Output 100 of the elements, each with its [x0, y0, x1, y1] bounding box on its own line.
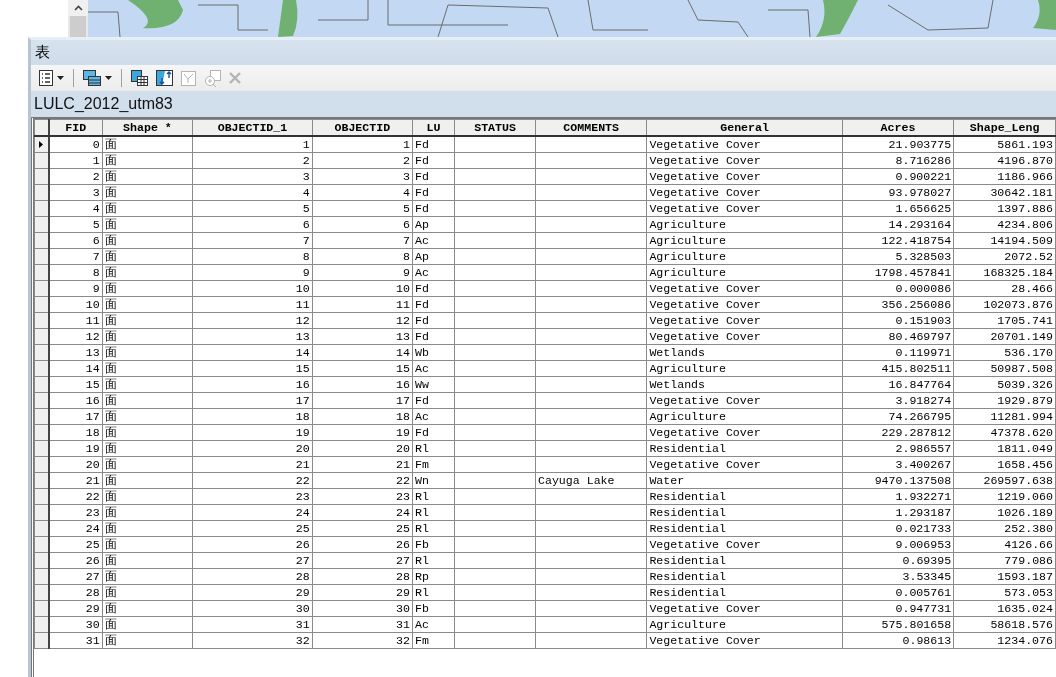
table-name-tab[interactable]: LULC_2012_utm83	[34, 95, 173, 113]
table-cell: 面	[102, 248, 193, 265]
select-by-attributes-button[interactable]	[129, 67, 150, 89]
table-cell: 22	[192, 472, 313, 489]
close-icon	[229, 72, 241, 84]
row-selector-header	[34, 119, 49, 136]
table-cell: 面	[102, 616, 193, 633]
scroll-up-button[interactable]	[68, 0, 88, 16]
table-cell: 14	[192, 344, 313, 361]
table-cell: Ap	[412, 216, 455, 233]
table-cell: 13	[192, 328, 313, 345]
table-cell: 面	[102, 232, 193, 249]
table-cell: 面	[102, 296, 193, 313]
table-cell: 16.847764	[842, 376, 954, 393]
table-cell: 8	[48, 264, 103, 281]
table-cell: 7	[48, 248, 103, 265]
table-cell: 1186.966	[953, 168, 1056, 185]
table-cell: 74.266795	[842, 408, 954, 425]
table-cell: 22	[312, 472, 413, 489]
table-cell: 2	[312, 152, 413, 169]
column-header[interactable]: OBJECTID_1	[192, 119, 313, 136]
table-cell: 21	[192, 456, 313, 473]
table-cell: Fd	[412, 152, 455, 169]
table-cell: 8.716286	[842, 152, 954, 169]
table-cell: 7	[312, 232, 413, 249]
table-cell: Rl	[412, 584, 455, 601]
table-cell: 6	[312, 216, 413, 233]
table-cell: Agriculture	[646, 616, 843, 633]
table-cell: 面	[102, 600, 193, 617]
table-cell: 0.900221	[842, 168, 954, 185]
table-cell: 13	[312, 328, 413, 345]
table-cell: 10	[312, 280, 413, 297]
table-cell: 47378.620	[953, 424, 1056, 441]
table-cell: 1811.049	[953, 440, 1056, 457]
table-cell: 0.119971	[842, 344, 954, 361]
scrollbar-thumb[interactable]	[70, 16, 86, 37]
table-cell: 9.006953	[842, 536, 954, 553]
table-cell: Water	[646, 472, 843, 489]
table-cell: 25	[48, 536, 103, 553]
table-cell: Ac	[412, 264, 455, 281]
table-cell: 面	[102, 504, 193, 521]
table-cell: 30642.181	[953, 184, 1056, 201]
table-cell: 17	[312, 392, 413, 409]
table-cell: 面	[102, 424, 193, 441]
table-cell: Vegetative Cover	[646, 600, 843, 617]
table-cell: 24	[192, 504, 313, 521]
table-cell: 31	[192, 616, 313, 633]
column-header[interactable]: LU	[412, 119, 455, 136]
table-cell: 50987.508	[953, 360, 1056, 377]
column-header[interactable]: Shape_Leng	[953, 119, 1056, 136]
switch-selection-button[interactable]	[154, 67, 175, 89]
table-cell: 2072.52	[953, 248, 1056, 265]
table-cell: Ww	[412, 376, 455, 393]
related-tables-button[interactable]	[81, 67, 114, 89]
column-header[interactable]: COMMENTS	[535, 119, 647, 136]
table-cell: Vegetative Cover	[646, 536, 843, 553]
table-cell: 28.466	[953, 280, 1056, 297]
table-cell: Fd	[412, 392, 455, 409]
table-options-button[interactable]	[37, 67, 66, 89]
table-cell: 18	[192, 408, 313, 425]
table-cell: 573.053	[953, 584, 1056, 601]
column-header[interactable]: FID	[48, 119, 103, 136]
table-cell: 面	[102, 488, 193, 505]
column-header[interactable]: General	[646, 119, 843, 136]
table-cell: Fd	[412, 296, 455, 313]
table-cell: Fm	[412, 456, 455, 473]
table-cell: 11	[48, 312, 103, 329]
column-header[interactable]: OBJECTID	[312, 119, 413, 136]
table-cell: 4	[312, 184, 413, 201]
table-cell: 1658.456	[953, 456, 1056, 473]
table-cell: Ac	[412, 360, 455, 377]
column-header[interactable]: STATUS	[454, 119, 536, 136]
table-cell: 12	[312, 312, 413, 329]
column-header[interactable]: Acres	[842, 119, 954, 136]
table-cell: 27	[312, 552, 413, 569]
table-cell: Rl	[412, 504, 455, 521]
table-cell: 9	[312, 264, 413, 281]
table-cell: 28	[48, 584, 103, 601]
table-cell: 面	[102, 216, 193, 233]
table-cell: 5861.193	[953, 136, 1056, 153]
table-cell: Fd	[412, 312, 455, 329]
table-cell: 10	[192, 280, 313, 297]
table-cell: Fd	[412, 184, 455, 201]
window-title: 表	[35, 43, 50, 62]
table-cell: 26	[48, 552, 103, 569]
table-cell: 229.287812	[842, 424, 954, 441]
table-cell: Vegetative Cover	[646, 632, 843, 649]
table-cell: 20	[312, 440, 413, 457]
scrollbar[interactable]	[68, 0, 88, 37]
column-header[interactable]: Shape *	[102, 119, 193, 136]
table-cell: 14.293164	[842, 216, 954, 233]
table-cell: Residential	[646, 504, 843, 521]
chevron-up-icon	[73, 5, 83, 11]
table-cell: 15	[48, 376, 103, 393]
table-cell: Residential	[646, 488, 843, 505]
table-cell: Rl	[412, 520, 455, 537]
table-cell: 16	[312, 376, 413, 393]
table-cell: 12	[48, 328, 103, 345]
table-cell: 1397.886	[953, 200, 1056, 217]
table-cell: Agriculture	[646, 360, 843, 377]
